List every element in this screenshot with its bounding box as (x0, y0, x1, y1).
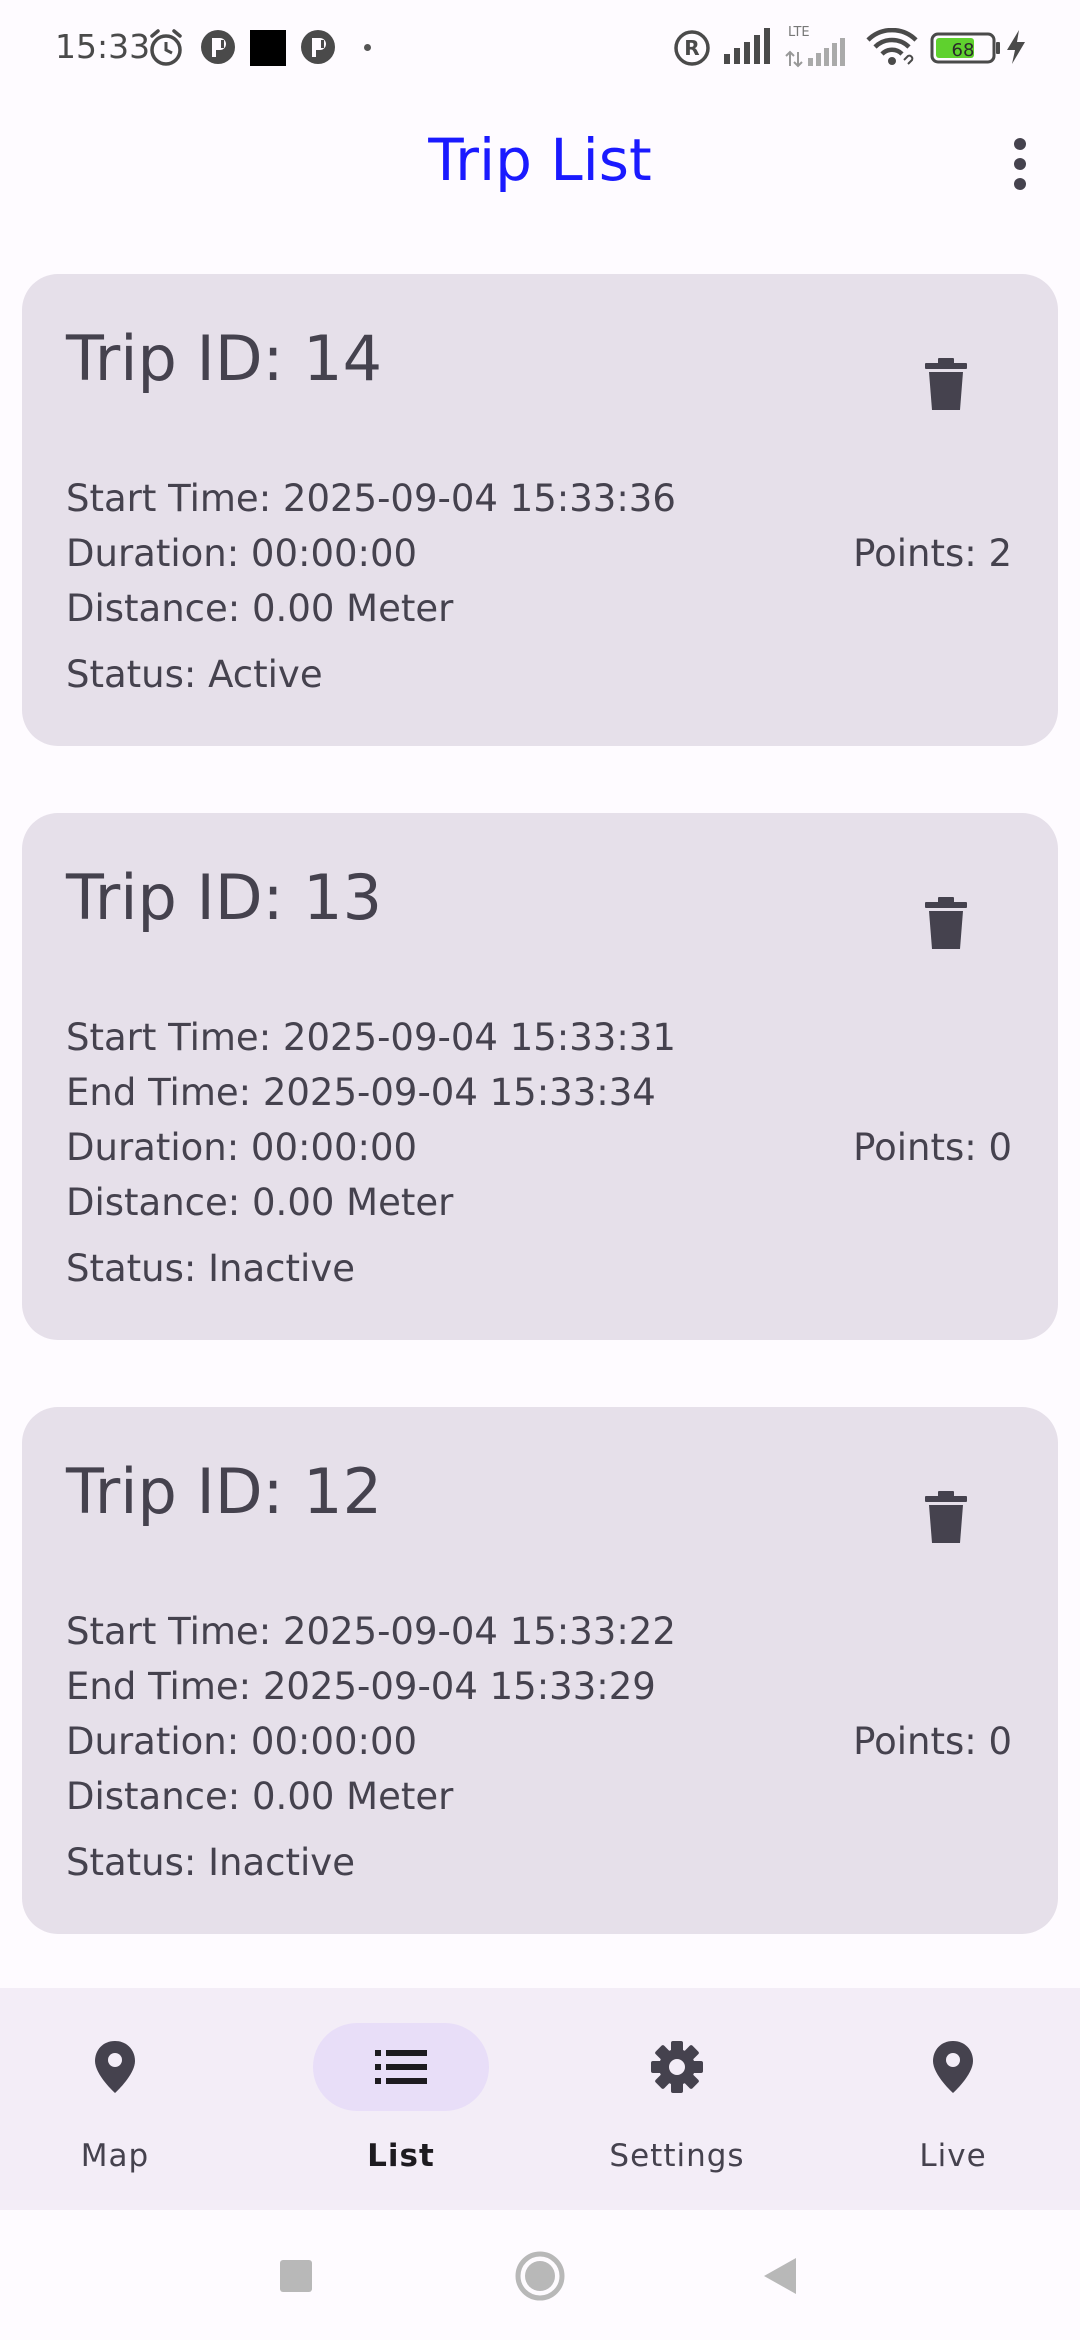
more-vert-icon (1014, 138, 1026, 190)
trip-duration: Duration: 00:00:00 (66, 1720, 418, 1763)
trip-id: Trip ID: 13 (66, 861, 383, 934)
back-button[interactable] (752, 2248, 808, 2304)
status-bar: 15:33 R LTE 68 (0, 0, 1080, 96)
trip-distance: Distance: 0.00 Meter (66, 1181, 454, 1224)
wifi-icon (866, 27, 918, 72)
trip-id: Trip ID: 14 (66, 322, 383, 395)
trash-icon (925, 1491, 967, 1543)
trip-card[interactable]: Trip ID: 12 Start Time: 2025-09-04 15:33… (22, 1407, 1058, 1934)
trip-details: Start Time: 2025-09-04 15:33:36 Duration… (66, 471, 1012, 702)
trip-details: Start Time: 2025-09-04 15:33:31 End Time… (66, 1010, 1012, 1296)
nav-label: List (367, 2138, 435, 2174)
list-icon (371, 2037, 431, 2097)
trip-start-time: Start Time: 2025-09-04 15:33:22 (66, 1610, 676, 1653)
trip-points: Points: 0 (853, 1126, 1012, 1169)
battery-icon: 68 (930, 32, 1002, 68)
trip-card[interactable]: Trip ID: 13 Start Time: 2025-09-04 15:33… (22, 813, 1058, 1340)
delete-trip-button[interactable] (916, 354, 976, 414)
app-notification-icon (200, 28, 236, 70)
trip-status: Status: Inactive (66, 1841, 355, 1884)
cell-signal-icon (724, 28, 774, 68)
trip-status: Status: Active (66, 653, 323, 696)
charging-bolt-icon (1004, 28, 1028, 70)
back-triangle-icon (764, 2258, 796, 2294)
nav-item-settings[interactable]: Settings (542, 1988, 812, 2210)
nav-item-list[interactable]: List (266, 1988, 536, 2210)
bottom-navigation-bar: Map List Settings Live (0, 1988, 1080, 2210)
status-time: 15:33 (55, 27, 151, 66)
trip-end-time: End Time: 2025-09-04 15:33:34 (66, 1071, 656, 1114)
trip-distance: Distance: 0.00 Meter (66, 1775, 454, 1818)
page-title: Trip List (428, 126, 652, 194)
more-notifications-dot-icon (364, 44, 371, 51)
svg-text:LTE: LTE (788, 25, 810, 40)
svg-text:R: R (684, 36, 699, 60)
location-pin-icon (923, 2037, 983, 2097)
system-navigation-bar (0, 2210, 1080, 2340)
trip-start-time: Start Time: 2025-09-04 15:33:36 (66, 477, 676, 520)
square-icon (280, 2260, 312, 2292)
nav-label: Live (919, 2138, 987, 2174)
trip-id: Trip ID: 12 (66, 1455, 383, 1528)
top-app-bar: Trip List (0, 96, 1080, 232)
more-options-button[interactable] (980, 124, 1060, 204)
gear-icon (647, 2037, 707, 2097)
trip-list: Trip ID: 14 Start Time: 2025-09-04 15:33… (22, 274, 1058, 2001)
trip-duration: Duration: 00:00:00 (66, 532, 418, 575)
trip-points: Points: 0 (853, 1720, 1012, 1763)
black-square-icon (250, 30, 286, 66)
trip-end-time: End Time: 2025-09-04 15:33:29 (66, 1665, 656, 1708)
recent-apps-button[interactable] (268, 2248, 324, 2304)
trip-start-time: Start Time: 2025-09-04 15:33:31 (66, 1016, 676, 1059)
location-pin-icon (85, 2037, 145, 2097)
trip-points: Points: 2 (853, 532, 1012, 575)
alarm-icon (146, 28, 186, 72)
battery-level: 68 (952, 40, 975, 61)
home-button[interactable] (512, 2248, 568, 2304)
trip-duration: Duration: 00:00:00 (66, 1126, 418, 1169)
circle-icon (515, 2251, 565, 2301)
registered-icon: R (672, 28, 712, 72)
trip-card[interactable]: Trip ID: 14 Start Time: 2025-09-04 15:33… (22, 274, 1058, 746)
delete-trip-button[interactable] (916, 893, 976, 953)
nav-item-map[interactable]: Map (0, 1988, 250, 2210)
app-notification-icon (300, 28, 336, 70)
trip-status: Status: Inactive (66, 1247, 355, 1290)
trip-details: Start Time: 2025-09-04 15:33:22 End Time… (66, 1604, 1012, 1890)
nav-label: Settings (609, 2138, 745, 2174)
nav-item-live[interactable]: Live (818, 1988, 1080, 2210)
nav-label: Map (80, 2138, 150, 2174)
trip-distance: Distance: 0.00 Meter (66, 587, 454, 630)
trash-icon (925, 358, 967, 410)
lte-signal-icon: LTE (784, 24, 854, 72)
delete-trip-button[interactable] (916, 1487, 976, 1547)
trash-icon (925, 897, 967, 949)
